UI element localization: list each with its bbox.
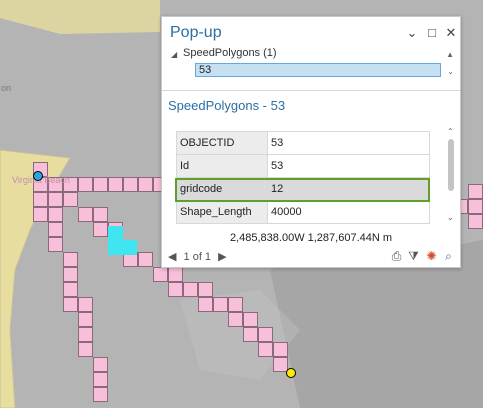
table-row: OBJECTID 53 <box>176 131 430 155</box>
grid-cell[interactable] <box>468 184 483 199</box>
grid-cell[interactable] <box>93 387 108 402</box>
grid-cell[interactable] <box>243 327 258 342</box>
grid-cell[interactable] <box>93 207 108 222</box>
grid-cell[interactable] <box>228 312 243 327</box>
field-name: Id <box>176 154 268 178</box>
next-icon[interactable]: ▶ <box>218 251 226 263</box>
grid-cell[interactable] <box>273 342 288 357</box>
pager-label: 1 of 1 <box>183 251 212 263</box>
grid-cell[interactable] <box>93 372 108 387</box>
grid-cell[interactable] <box>138 177 153 192</box>
flash-icon[interactable]: ✺ <box>425 249 438 263</box>
grid-cell[interactable] <box>78 207 93 222</box>
grid-cell[interactable] <box>63 297 78 312</box>
collapse-arrow-icon[interactable]: ◢ <box>171 50 177 59</box>
filter-icon[interactable]: ⧩ <box>407 249 420 264</box>
selected-grid-cell[interactable] <box>122 240 137 255</box>
grid-cell[interactable] <box>78 342 93 357</box>
grid-cell[interactable] <box>258 327 273 342</box>
grid-cell[interactable] <box>48 222 63 237</box>
grid-cell[interactable] <box>198 297 213 312</box>
grid-cell[interactable] <box>168 267 183 282</box>
field-name: OBJECTID <box>176 131 268 155</box>
field-name: Shape_Length <box>176 200 268 224</box>
end-point-marker[interactable] <box>286 368 296 378</box>
zoom-to-icon[interactable]: ⌕ <box>442 249 455 264</box>
grid-cell[interactable] <box>468 214 483 229</box>
start-point-marker[interactable] <box>33 171 43 181</box>
land-peninsula <box>0 0 160 34</box>
grid-cell[interactable] <box>123 177 138 192</box>
table-row: Shape_Length 40000 <box>176 200 430 224</box>
field-value: 40000 <box>267 200 430 224</box>
selected-feature-node[interactable]: 53 <box>195 63 441 77</box>
grid-cell[interactable] <box>48 207 63 222</box>
grid-cell[interactable] <box>33 192 48 207</box>
scrollbar-thumb[interactable] <box>448 139 454 191</box>
pane-divider[interactable] <box>162 90 460 91</box>
pager: ◀ 1 of 1 ▶ <box>168 250 231 263</box>
maximize-icon[interactable]: □ <box>425 25 439 40</box>
grid-cell[interactable] <box>168 282 183 297</box>
close-icon[interactable]: ✕ <box>444 25 458 41</box>
grid-cell[interactable] <box>78 327 93 342</box>
selected-grid-cell[interactable] <box>108 240 123 255</box>
map-label-partial: on <box>1 83 12 93</box>
scroll-down-icon[interactable]: ⌄ <box>447 67 454 76</box>
scroll-up-icon[interactable]: ▲ <box>446 50 454 59</box>
grid-cell[interactable] <box>63 282 78 297</box>
grid-cell[interactable] <box>33 207 48 222</box>
scroll-down-icon[interactable]: ⌄ <box>447 213 454 222</box>
table-row: Id 53 <box>176 154 430 178</box>
scroll-up-icon[interactable]: ⌃ <box>447 127 454 136</box>
grid-cell[interactable] <box>78 312 93 327</box>
selected-grid-cell[interactable] <box>108 226 123 241</box>
grid-cell[interactable] <box>78 297 93 312</box>
grid-cell[interactable] <box>228 297 243 312</box>
grid-cell[interactable] <box>183 282 198 297</box>
grid-cell[interactable] <box>48 237 63 252</box>
field-value: 53 <box>267 154 430 178</box>
popup-title: Pop-up <box>170 24 222 41</box>
print-icon[interactable]: ⎙ <box>390 249 403 264</box>
grid-cell[interactable] <box>258 342 273 357</box>
grid-cell[interactable] <box>93 222 108 237</box>
grid-cell[interactable] <box>93 177 108 192</box>
grid-cell[interactable] <box>213 297 228 312</box>
grid-cell[interactable] <box>93 357 108 372</box>
grid-cell[interactable] <box>63 192 78 207</box>
popup-pane: Pop-up ⌄ □ ✕ ◢ SpeedPolygons (1) 53 ▲ ⌄ … <box>161 16 461 268</box>
coordinate-readout: 2,485,838.00W 1,287,607.44N m <box>229 232 393 244</box>
grid-cell[interactable] <box>153 267 168 282</box>
chevron-down-icon[interactable]: ⌄ <box>405 25 419 41</box>
grid-cell[interactable] <box>48 192 63 207</box>
gridcode-highlight-outline <box>175 178 430 202</box>
previous-icon[interactable]: ◀ <box>168 251 176 263</box>
grid-cell[interactable] <box>468 199 483 214</box>
grid-cell[interactable] <box>138 252 153 267</box>
grid-cell[interactable] <box>63 267 78 282</box>
grid-cell[interactable] <box>108 177 123 192</box>
grid-cell[interactable] <box>243 312 258 327</box>
grid-cell[interactable] <box>198 282 213 297</box>
grid-cell[interactable] <box>78 177 93 192</box>
grid-cell[interactable] <box>63 252 78 267</box>
layer-node[interactable]: SpeedPolygons (1) <box>183 47 277 59</box>
field-value: 53 <box>267 131 430 155</box>
feature-title: SpeedPolygons - 53 <box>168 98 286 113</box>
